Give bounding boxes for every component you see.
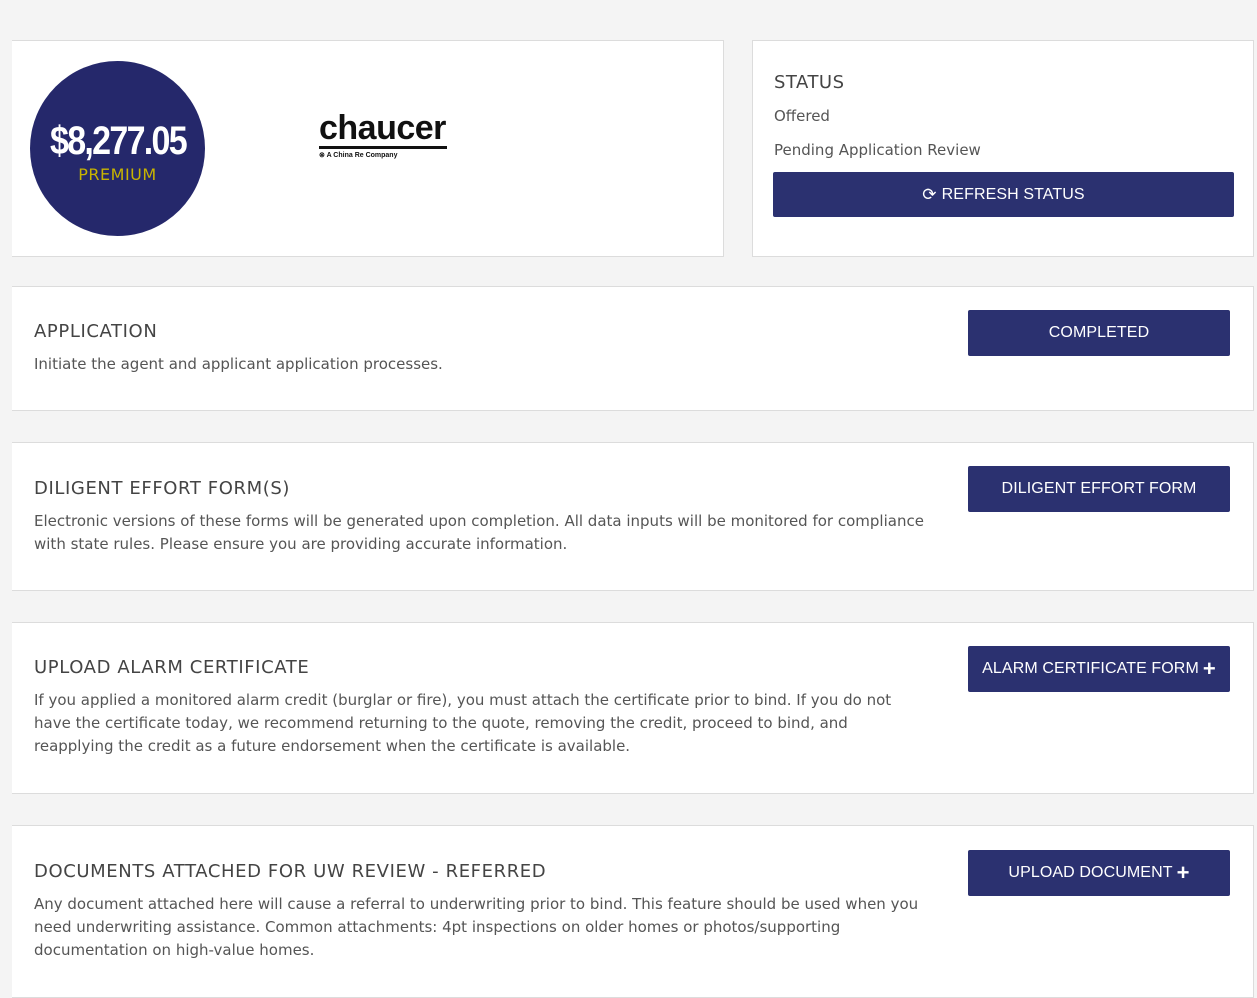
premium-amount: $8,277.05 <box>49 119 188 163</box>
section-application: APPLICATION Initiate the agent and appli… <box>12 286 1254 411</box>
carrier-logo-tagline: ⊗ A China Re Company <box>319 151 459 159</box>
section-diligent-effort: DILIGENT EFFORT FORM(S) Electronic versi… <box>12 442 1254 591</box>
section-uw-documents: DOCUMENTS ATTACHED FOR UW REVIEW - REFER… <box>12 825 1254 998</box>
plus-icon: + <box>1202 656 1216 681</box>
application-completed-button[interactable]: COMPLETED <box>968 310 1230 356</box>
refresh-icon: ⟳ <box>922 184 937 204</box>
premium-card: $8,277.05 PREMIUM chaucer ⊗ A China Re C… <box>12 40 724 257</box>
section-title: UPLOAD ALARM CERTIFICATE <box>34 657 310 678</box>
status-detail: Pending Application Review <box>774 141 981 159</box>
refresh-status-label: REFRESH STATUS <box>941 185 1085 203</box>
section-title: DOCUMENTS ATTACHED FOR UW REVIEW - REFER… <box>34 861 547 882</box>
section-description: Initiate the agent and applicant applica… <box>34 355 443 373</box>
section-title: DILIGENT EFFORT FORM(S) <box>34 478 290 499</box>
plus-icon: + <box>1176 860 1190 885</box>
status-card: STATUS Offered Pending Application Revie… <box>752 40 1254 257</box>
section-description: If you applied a monitored alarm credit … <box>34 691 892 755</box>
carrier-logo: chaucer ⊗ A China Re Company <box>319 111 459 159</box>
upload-document-button[interactable]: UPLOAD DOCUMENT + <box>968 850 1230 896</box>
carrier-logo-tagline-text: A China Re Company <box>326 152 398 159</box>
premium-label: PREMIUM <box>78 165 157 184</box>
refresh-status-button[interactable]: ⟳ REFRESH STATUS <box>773 172 1234 217</box>
status-state: Offered <box>774 107 830 125</box>
section-alarm-certificate: UPLOAD ALARM CERTIFICATE If you applied … <box>12 622 1254 794</box>
diligent-effort-form-button[interactable]: DILIGENT EFFORT FORM <box>968 466 1230 512</box>
section-title: APPLICATION <box>34 321 158 342</box>
alarm-certificate-form-button[interactable]: ALARM CERTIFICATE FORM + <box>968 646 1230 692</box>
globe-icon: ⊗ <box>319 152 325 159</box>
button-label: COMPLETED <box>1048 324 1150 341</box>
status-title: STATUS <box>774 72 845 93</box>
button-label: UPLOAD DOCUMENT <box>1008 864 1173 881</box>
premium-badge: $8,277.05 PREMIUM <box>30 61 205 236</box>
button-label: DILIGENT EFFORT FORM <box>1001 480 1197 497</box>
section-description: Electronic versions of these forms will … <box>34 512 924 553</box>
section-description: Any document attached here will cause a … <box>34 895 919 959</box>
carrier-logo-word: chaucer <box>319 109 446 147</box>
button-label: ALARM CERTIFICATE FORM <box>982 660 1199 677</box>
